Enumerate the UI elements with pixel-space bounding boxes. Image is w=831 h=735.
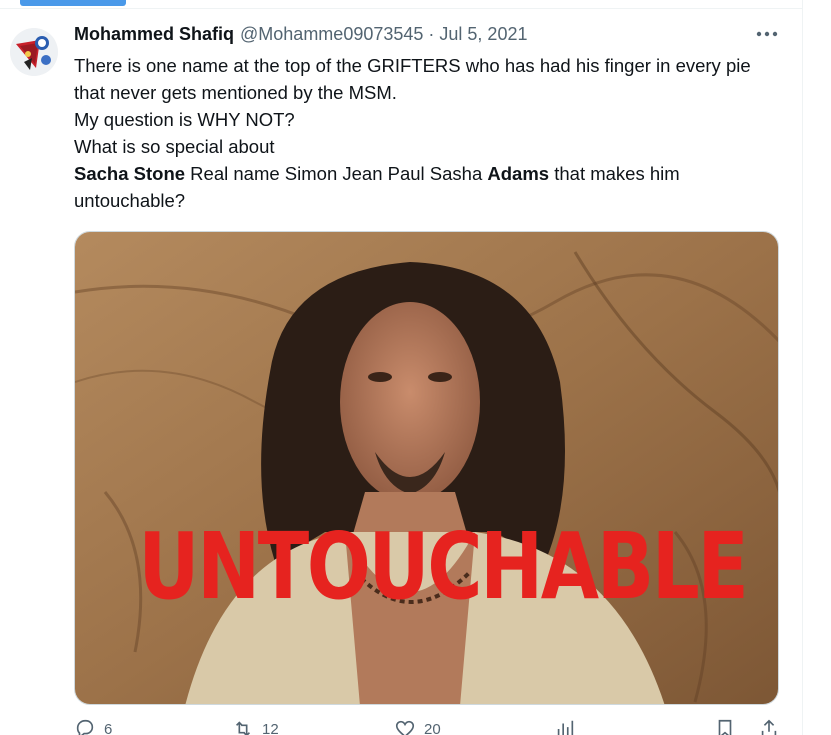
active-tab-indicator <box>20 0 126 6</box>
bookmark-icon <box>718 719 732 735</box>
divider <box>0 8 803 9</box>
retweet-button[interactable]: 12 <box>232 718 279 735</box>
tweet-media-image[interactable]: UNTOUCHABLE <box>74 231 779 705</box>
retweet-icon <box>235 721 251 735</box>
separator-dot: · <box>428 23 435 44</box>
reply-icon <box>76 719 94 735</box>
more-horizontal-icon <box>756 31 778 37</box>
bold-name: Adams <box>487 163 550 184</box>
tweet-date[interactable]: Jul 5, 2021 <box>439 24 527 45</box>
tweet-text: There is one name at the top of the GRIF… <box>74 52 774 214</box>
views-icon <box>557 720 574 735</box>
tweet-page: Mohammed Shafiq @Mohamme09073545 · Jul 5… <box>0 0 831 735</box>
more-options-button[interactable] <box>752 24 782 44</box>
reply-button[interactable]: 6 <box>74 718 112 735</box>
views-button[interactable] <box>554 718 576 735</box>
bold-name: Sacha Stone <box>74 163 186 184</box>
tweet-actions: 6 12 20 <box>74 718 784 735</box>
author-handle[interactable]: @Mohamme09073545 <box>240 24 423 45</box>
reply-count: 6 <box>104 720 113 735</box>
bookmark-button[interactable] <box>714 718 736 735</box>
like-button[interactable]: 20 <box>394 718 441 735</box>
share-icon <box>761 719 777 735</box>
media-photo <box>75 232 778 704</box>
media-overlay-text: UNTOUCHABLE <box>138 513 749 620</box>
share-button[interactable] <box>758 718 780 735</box>
tweet-text-line: Sacha Stone Real name Simon Jean Paul Sa… <box>74 160 774 214</box>
retweet-count: 12 <box>262 720 279 735</box>
column-border <box>802 0 803 735</box>
like-count: 20 <box>424 720 441 735</box>
author-name[interactable]: Mohammed Shafiq <box>74 24 234 45</box>
tweet-header: Mohammed Shafiq @Mohamme09073545 · Jul 5… <box>74 22 527 46</box>
tweet-text-line: My question is WHY NOT? <box>74 109 295 130</box>
avatar-image <box>10 28 58 76</box>
tweet-text-line: What is so special about <box>74 136 275 157</box>
heart-icon <box>395 720 415 735</box>
tweet-text-line: There is one name at the top of the GRIF… <box>74 55 751 103</box>
avatar[interactable] <box>10 28 58 76</box>
text-span: Real name Simon Jean Paul Sasha <box>185 163 488 184</box>
